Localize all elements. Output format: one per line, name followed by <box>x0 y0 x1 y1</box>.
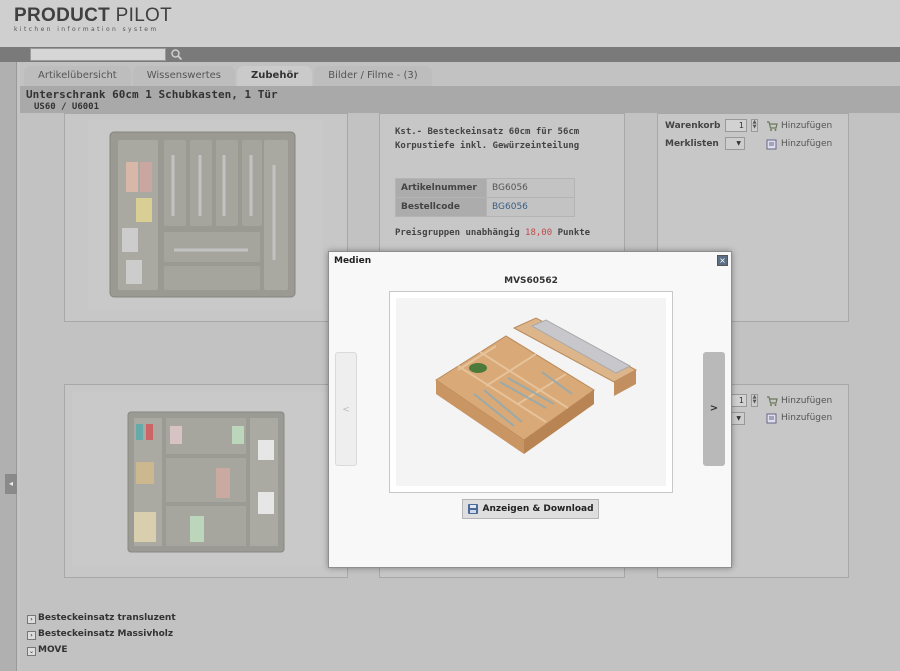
media-code: MVS60562 <box>504 276 558 286</box>
wishlist-add-icon[interactable] <box>766 138 778 150</box>
add-to-wishlist-link[interactable]: Hinzufügen <box>781 139 832 149</box>
cart-quantity-input[interactable]: 1 <box>725 119 747 132</box>
quantity-stepper[interactable]: ▲ ▼ <box>751 394 758 407</box>
next-media-button[interactable]: > <box>703 352 725 466</box>
product-info-table: Artikelnummer BG6056 Bestellcode BG6056 <box>395 178 575 217</box>
table-key: Bestellcode <box>395 197 487 217</box>
product-description: Kst.- Besteckeinsatz 60cm für 56cm Korpu… <box>395 125 615 153</box>
description-line-2: Korpustiefe inkl. Gewürzeinteilung <box>395 141 580 151</box>
category-item[interactable]: ⌄ MOVE <box>27 645 67 656</box>
add-to-cart-link[interactable]: Hinzufügen <box>781 121 832 131</box>
product-image[interactable] <box>88 120 323 310</box>
close-icon[interactable]: × <box>717 255 728 266</box>
logo-subtitle: kitchen information system <box>14 26 159 33</box>
media-image-frame <box>389 291 673 493</box>
table-value: BG6056 <box>486 178 575 198</box>
article-titlebar: Unterschrank 60cm 1 Schubkasten, 1 Tür U… <box>20 86 900 113</box>
tab-bar: Artikelübersicht Wissenswertes Zubehör B… <box>24 66 434 86</box>
tab-zubehoer[interactable]: Zubehör <box>237 66 313 86</box>
quantity-stepper[interactable]: ▲ ▼ <box>751 119 758 132</box>
order-code-link[interactable]: BG6056 <box>486 197 575 217</box>
logo-light: PILOT <box>115 5 173 26</box>
table-key: Artikelnummer <box>395 178 487 198</box>
product-image[interactable] <box>72 392 340 566</box>
modal-title: Medien <box>334 256 372 266</box>
category-label: Besteckeinsatz transluzent <box>38 613 176 623</box>
search-input[interactable] <box>30 48 166 61</box>
save-icon <box>468 504 479 514</box>
price-value: 18,00 <box>525 228 553 238</box>
article-codes: US60 / U6001 <box>34 102 100 112</box>
cart-add-icon[interactable] <box>766 395 778 407</box>
media-modal: Medien × MVS60562 < > Anzeigen & Downloa… <box>328 251 732 568</box>
tab-artikeluebersicht[interactable]: Artikelübersicht <box>24 66 131 86</box>
price-prefix: Preisgruppen unabhängig <box>395 228 520 238</box>
app-header: PRODUCT PILOT kitchen information system <box>0 0 900 47</box>
table-row: Bestellcode BG6056 <box>395 197 575 217</box>
download-label: Anzeigen & Download <box>482 504 594 514</box>
price-group: Preisgruppen unabhängig 18,00 Punkte <box>395 228 590 238</box>
description-line-1: Kst.- Besteckeinsatz 60cm für 56cm <box>395 127 580 137</box>
previous-media-button[interactable]: < <box>335 352 357 466</box>
wishlist-add-icon[interactable] <box>766 412 778 424</box>
add-to-cart-link[interactable]: Hinzufügen <box>781 396 832 406</box>
category-label: MOVE <box>38 645 68 655</box>
cart-add-icon[interactable] <box>766 120 778 132</box>
table-row: Artikelnummer BG6056 <box>395 178 575 198</box>
category-item[interactable]: › Besteckeinsatz transluzent <box>27 613 176 624</box>
tab-bilder-filme[interactable]: Bilder / Filme - (3) <box>314 66 432 86</box>
expand-icon: › <box>27 615 36 624</box>
price-suffix: Punkte <box>557 228 591 238</box>
collapse-icon: ⌄ <box>27 647 36 656</box>
category-label: Besteckeinsatz Massivholz <box>38 629 174 639</box>
search-bar <box>0 47 900 62</box>
wishlist-select[interactable]: ▼ <box>725 137 745 150</box>
view-download-button[interactable]: Anzeigen & Download <box>462 499 599 519</box>
tab-wissenswertes[interactable]: Wissenswertes <box>132 66 236 86</box>
wishlist-label: Merklisten <box>665 139 719 149</box>
expand-icon: › <box>27 631 36 640</box>
app-logo: PRODUCT PILOT <box>14 5 172 27</box>
add-to-wishlist-link[interactable]: Hinzufügen <box>781 413 832 423</box>
sidebar-toggle-button[interactable]: ◂ <box>5 474 17 494</box>
logo-bold: PRODUCT <box>14 5 111 26</box>
search-icon[interactable] <box>170 48 183 61</box>
category-item[interactable]: › Besteckeinsatz Massivholz <box>27 629 173 640</box>
media-photo <box>396 298 666 486</box>
left-sidebar-rail: ◂ <box>0 62 17 671</box>
cart-label: Warenkorb <box>665 121 721 131</box>
article-title: Unterschrank 60cm 1 Schubkasten, 1 Tür <box>26 88 278 101</box>
